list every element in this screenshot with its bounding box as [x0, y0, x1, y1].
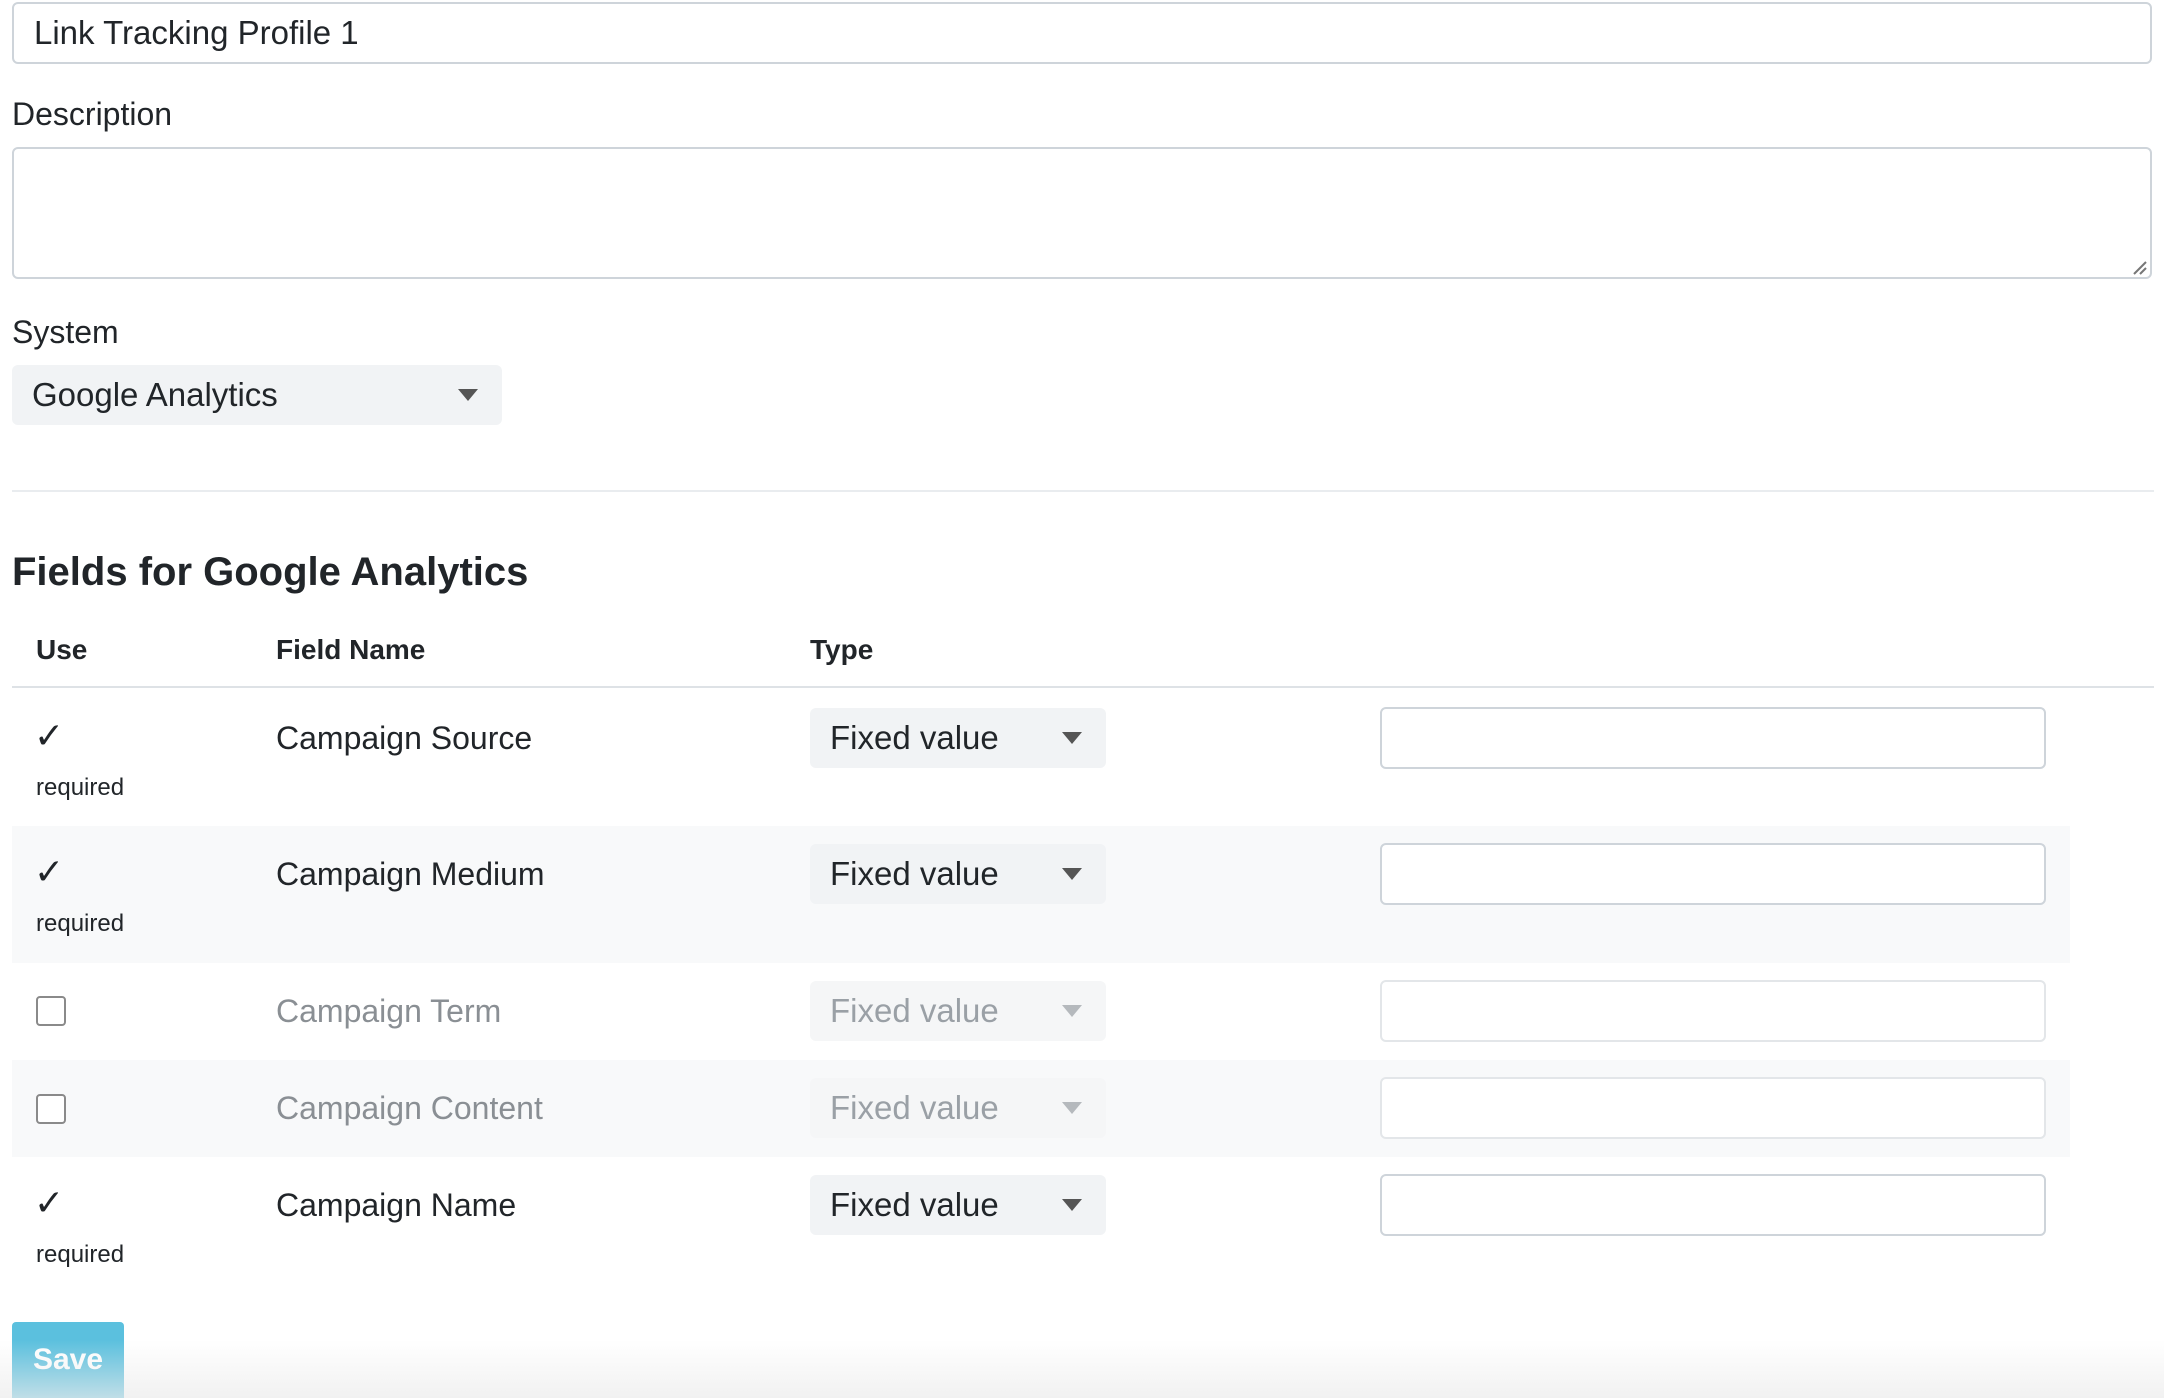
field-name-campaign-term: Campaign Term — [276, 993, 502, 1029]
caret-down-icon — [1062, 1005, 1082, 1017]
value-input-campaign-medium[interactable] — [1380, 843, 2046, 905]
type-select-campaign-medium[interactable]: Fixed value — [810, 844, 1106, 904]
type-select-value: Fixed value — [830, 855, 999, 892]
type-select-campaign-content: Fixed value — [810, 1078, 1106, 1138]
field-name-campaign-content: Campaign Content — [276, 1090, 543, 1126]
field-name-campaign-source: Campaign Source — [276, 720, 533, 756]
check-mark-icon: ✓ — [34, 715, 65, 756]
required-label: required — [36, 1241, 125, 1268]
value-input-campaign-term — [1380, 980, 2046, 1042]
value-input-campaign-name[interactable] — [1380, 1174, 2046, 1236]
table-header-divider — [12, 686, 2154, 688]
caret-down-icon — [1062, 868, 1082, 880]
caret-down-icon — [1062, 1102, 1082, 1114]
caret-down-icon — [1062, 732, 1082, 744]
table-row-campaign-source: ✓ required Campaign Source Fixed value — [12, 690, 2070, 826]
type-select-campaign-name[interactable]: Fixed value — [810, 1175, 1106, 1235]
required-label: required — [36, 910, 125, 937]
link-tracking-profile-form: Description System Google Analytics Fiel… — [12, 0, 2154, 1398]
check-mark-icon: ✓ — [34, 1182, 65, 1223]
system-select[interactable]: Google Analytics — [12, 365, 502, 425]
column-header-use: Use — [36, 634, 88, 665]
type-select-value: Fixed value — [830, 1089, 999, 1126]
description-textarea[interactable] — [12, 147, 2152, 279]
type-select-campaign-term: Fixed value — [810, 981, 1106, 1041]
profile-name-input[interactable] — [12, 2, 2152, 64]
table-row-campaign-term: Campaign Term Fixed value — [12, 963, 2070, 1060]
section-divider — [12, 490, 2154, 492]
field-name-campaign-medium: Campaign Medium — [276, 856, 545, 892]
column-header-type: Type — [810, 634, 874, 665]
type-select-value: Fixed value — [830, 719, 999, 756]
save-button[interactable]: Save — [12, 1322, 124, 1398]
use-checkbox-campaign-content[interactable] — [36, 1094, 66, 1124]
resize-grip-icon[interactable] — [2130, 258, 2148, 276]
type-select-value: Fixed value — [830, 1186, 999, 1223]
type-select-campaign-source[interactable]: Fixed value — [810, 708, 1106, 768]
value-input-campaign-content — [1380, 1077, 2046, 1139]
value-input-campaign-source[interactable] — [1380, 707, 2046, 769]
table-row-campaign-content: Campaign Content Fixed value — [12, 1060, 2070, 1157]
required-label: required — [36, 774, 125, 801]
column-header-field-name: Field Name — [276, 634, 426, 665]
check-mark-icon: ✓ — [34, 851, 65, 892]
use-checkbox-campaign-term[interactable] — [36, 996, 66, 1026]
table-row-campaign-medium: ✓ required Campaign Medium Fixed value — [12, 826, 2070, 963]
caret-down-icon — [1062, 1199, 1082, 1211]
type-select-value: Fixed value — [830, 992, 999, 1029]
fields-section-title: Fields for Google Analytics — [12, 550, 529, 594]
system-label: System — [12, 314, 119, 350]
field-name-campaign-name: Campaign Name — [276, 1187, 517, 1223]
system-select-value: Google Analytics — [32, 376, 278, 413]
description-label: Description — [12, 96, 173, 132]
table-row-campaign-name: ✓ required Campaign Name Fixed value — [12, 1157, 2070, 1293]
caret-down-icon — [458, 389, 478, 401]
